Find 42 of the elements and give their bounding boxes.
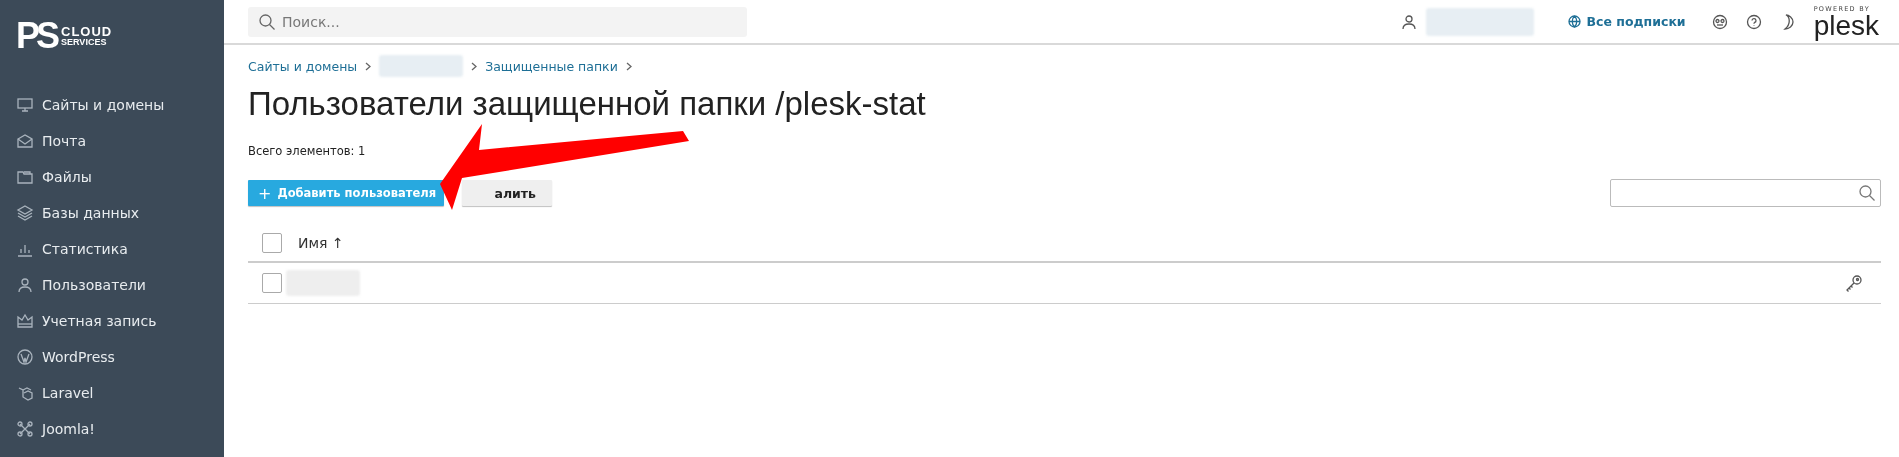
logo-text: SERVICES [61, 38, 108, 47]
sidebar-item[interactable]: WordPress [16, 339, 224, 375]
layers-icon [16, 204, 34, 222]
logo-mark: PS [16, 18, 57, 54]
sidebar-item[interactable]: Joomla! [16, 411, 224, 447]
sidebar-item[interactable]: Сайты и домены [16, 87, 224, 123]
page-title: Пользователи защищенной папки /plesk-stat [248, 84, 927, 124]
key-icon [1845, 274, 1863, 292]
breadcrumb-link[interactable]: Защищенные папки [485, 58, 618, 74]
chevron-icon [471, 61, 478, 71]
sidebar-item[interactable]: Почта [16, 123, 224, 159]
select-all-checkbox[interactable] [262, 232, 282, 253]
search-icon [258, 12, 276, 31]
list-search-field[interactable] [1610, 179, 1881, 207]
breadcrumb-link[interactable]: Сайты и домены [248, 58, 358, 74]
joomla-icon [16, 420, 34, 438]
monitor-icon [16, 96, 34, 114]
sidebar-item[interactable]: Laravel [16, 375, 224, 411]
globe-icon [1568, 15, 1582, 28]
search-icon [1858, 184, 1876, 202]
search-field[interactable]: Поиск... [248, 6, 747, 37]
crown-icon [16, 312, 34, 330]
delete-button[interactable]: алить [462, 180, 552, 206]
wordpress-icon [16, 348, 34, 366]
user-icon [16, 276, 34, 294]
sidebar-item[interactable]: Учетная запись [16, 303, 224, 339]
user-icon [1402, 13, 1417, 30]
item-count: Всего элементов: 1 [248, 144, 367, 158]
sidebar-item[interactable]: Базы данных [16, 195, 224, 231]
logo-text: CLOUD [61, 25, 113, 38]
column-header[interactable]: Имя ↑ [298, 234, 344, 251]
plesk-logo: plesk [1813, 12, 1879, 39]
sidebar-item[interactable]: Пользователи [16, 267, 224, 303]
sidebar-item[interactable]: Статистика [16, 231, 224, 267]
envelope-icon [16, 132, 34, 150]
row-checkbox[interactable] [262, 273, 282, 293]
sidebar-item[interactable]: Файлы [16, 159, 224, 195]
subscriptions-link[interactable]: Все подписки [1568, 14, 1686, 29]
chevron-icon [625, 61, 632, 71]
folder-icon [16, 168, 34, 186]
chevron-icon [365, 61, 372, 71]
help-icon [1745, 13, 1762, 30]
